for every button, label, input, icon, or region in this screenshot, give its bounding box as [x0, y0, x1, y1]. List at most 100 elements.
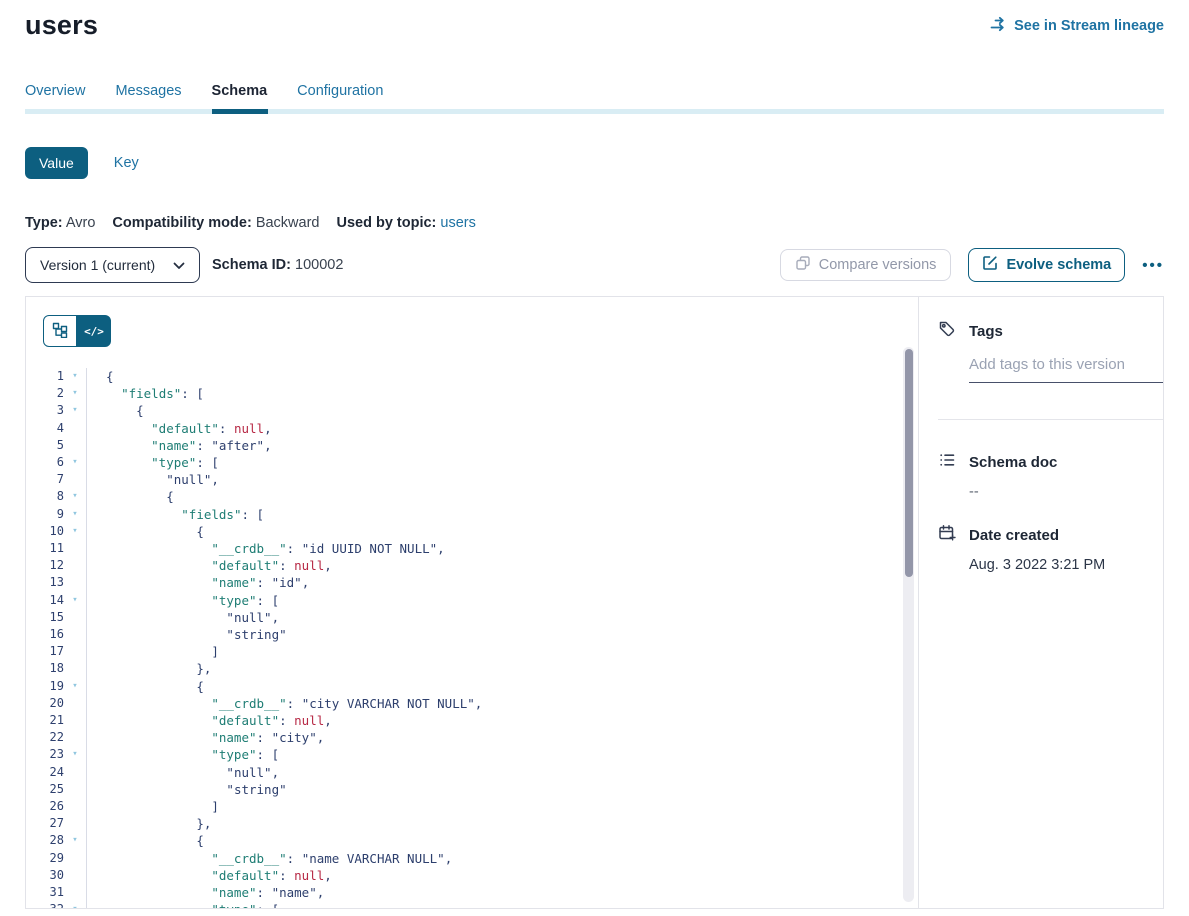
fold-spacer — [64, 867, 86, 884]
code-line: 17 ] — [26, 643, 918, 660]
line-number: 12 — [26, 557, 64, 574]
used-by-topic-label: Used by topic: — [336, 215, 436, 231]
fold-spacer — [64, 815, 86, 832]
code-scrollbar-thumb[interactable] — [905, 349, 913, 577]
see-in-stream-lineage-link[interactable]: See in Stream lineage — [989, 15, 1164, 37]
code-text: { — [86, 488, 918, 505]
fold-arrow-icon[interactable]: ▾ — [64, 746, 86, 763]
code-line: 32▾ "type": [ — [26, 901, 918, 908]
add-tags-input[interactable] — [969, 356, 1163, 383]
topic-link[interactable]: users — [440, 215, 475, 231]
fold-arrow-icon[interactable]: ▾ — [64, 901, 86, 908]
schema-info-sidebar: Tags Schema doc — [919, 297, 1177, 908]
code-view-button[interactable]: </> — [77, 315, 111, 347]
line-number: 10 — [26, 523, 64, 540]
code-text: { — [86, 402, 918, 419]
tab-configuration[interactable]: Configuration — [297, 83, 383, 109]
line-number: 25 — [26, 781, 64, 798]
fold-arrow-icon[interactable]: ▾ — [64, 368, 86, 385]
tab-overview[interactable]: Overview — [25, 83, 85, 109]
evolve-schema-button[interactable]: Evolve schema — [968, 248, 1125, 282]
schema-code-editor[interactable]: 1▾{2▾ "fields": [3▾ {4 "default": null,5… — [26, 368, 918, 908]
code-line: 11 "__crdb__": "id UUID NOT NULL", — [26, 540, 918, 557]
code-line: 26 ] — [26, 798, 918, 815]
tab-messages[interactable]: Messages — [115, 83, 181, 109]
line-number: 4 — [26, 420, 64, 437]
type-value: Avro — [66, 215, 96, 231]
date-created-title: Date created — [969, 527, 1059, 544]
code-text: ] — [86, 798, 918, 815]
code-text: }, — [86, 815, 918, 832]
tab-schema[interactable]: Schema — [212, 83, 268, 109]
code-text: "type": [ — [86, 746, 918, 763]
code-text: "name": "name", — [86, 884, 918, 901]
fold-arrow-icon[interactable]: ▾ — [64, 402, 86, 419]
line-number: 24 — [26, 764, 64, 781]
fold-arrow-icon[interactable]: ▾ — [64, 454, 86, 471]
fold-spacer — [64, 557, 86, 574]
tree-view-button[interactable] — [43, 315, 77, 347]
code-line: 30 "default": null, — [26, 867, 918, 884]
code-text: "default": null, — [86, 712, 918, 729]
line-number: 31 — [26, 884, 64, 901]
more-options-button[interactable]: ••• — [1142, 257, 1164, 274]
fold-arrow-icon[interactable]: ▾ — [64, 832, 86, 849]
code-line: 22 "name": "city", — [26, 729, 918, 746]
compare-versions-button[interactable]: Compare versions — [780, 249, 952, 281]
line-number: 30 — [26, 867, 64, 884]
fold-arrow-icon[interactable]: ▾ — [64, 592, 86, 609]
code-line: 10▾ { — [26, 523, 918, 540]
schema-id-value: 100002 — [295, 257, 343, 273]
fold-arrow-icon[interactable]: ▾ — [64, 488, 86, 505]
view-mode-toggle: </> — [43, 315, 111, 347]
line-number: 19 — [26, 678, 64, 695]
code-line: 3▾ { — [26, 402, 918, 419]
tabs-section: Overview Messages Schema Configuration — [0, 83, 1189, 114]
line-number: 17 — [26, 643, 64, 660]
fold-spacer — [64, 764, 86, 781]
code-text: "type": [ — [86, 901, 918, 908]
tree-view-icon — [52, 322, 68, 341]
code-line: 16 "string" — [26, 626, 918, 643]
fold-spacer — [64, 626, 86, 643]
code-line: 21 "default": null, — [26, 712, 918, 729]
tags-section: Tags — [938, 320, 1163, 383]
fold-arrow-icon[interactable]: ▾ — [64, 506, 86, 523]
topbar: users See in Stream lineage — [0, 0, 1189, 41]
fold-spacer — [64, 437, 86, 454]
line-number: 23 — [26, 746, 64, 763]
code-text: { — [86, 368, 918, 385]
key-toggle-link[interactable]: Key — [114, 155, 139, 171]
fold-arrow-icon[interactable]: ▾ — [64, 523, 86, 540]
code-line: 18 }, — [26, 660, 918, 677]
code-text: "null", — [86, 609, 918, 626]
date-created-value: Aug. 3 2022 3:21 PM — [969, 557, 1163, 573]
line-number: 13 — [26, 574, 64, 591]
line-number: 27 — [26, 815, 64, 832]
value-toggle-button[interactable]: Value — [25, 147, 88, 179]
code-scrollbar-track[interactable] — [903, 347, 914, 902]
fold-arrow-icon[interactable]: ▾ — [64, 678, 86, 695]
edit-schema-icon — [982, 255, 998, 275]
tags-title: Tags — [969, 323, 1003, 340]
version-select[interactable]: Version 1 (current) — [25, 247, 200, 283]
code-line: 15 "null", — [26, 609, 918, 626]
compare-versions-icon — [795, 255, 811, 275]
chevron-down-icon — [173, 257, 185, 273]
fold-spacer — [64, 884, 86, 901]
code-line: 27 }, — [26, 815, 918, 832]
line-number: 5 — [26, 437, 64, 454]
code-line: 6▾ "type": [ — [26, 454, 918, 471]
line-number: 7 — [26, 471, 64, 488]
code-line: 4 "default": null, — [26, 420, 918, 437]
line-number: 8 — [26, 488, 64, 505]
code-line: 14▾ "type": [ — [26, 592, 918, 609]
fold-arrow-icon[interactable]: ▾ — [64, 385, 86, 402]
line-number: 18 — [26, 660, 64, 677]
code-line: 28▾ { — [26, 832, 918, 849]
code-text: "fields": [ — [86, 385, 918, 402]
code-text: "type": [ — [86, 592, 918, 609]
fold-spacer — [64, 420, 86, 437]
code-line: 5 "name": "after", — [26, 437, 918, 454]
code-line: 12 "default": null, — [26, 557, 918, 574]
